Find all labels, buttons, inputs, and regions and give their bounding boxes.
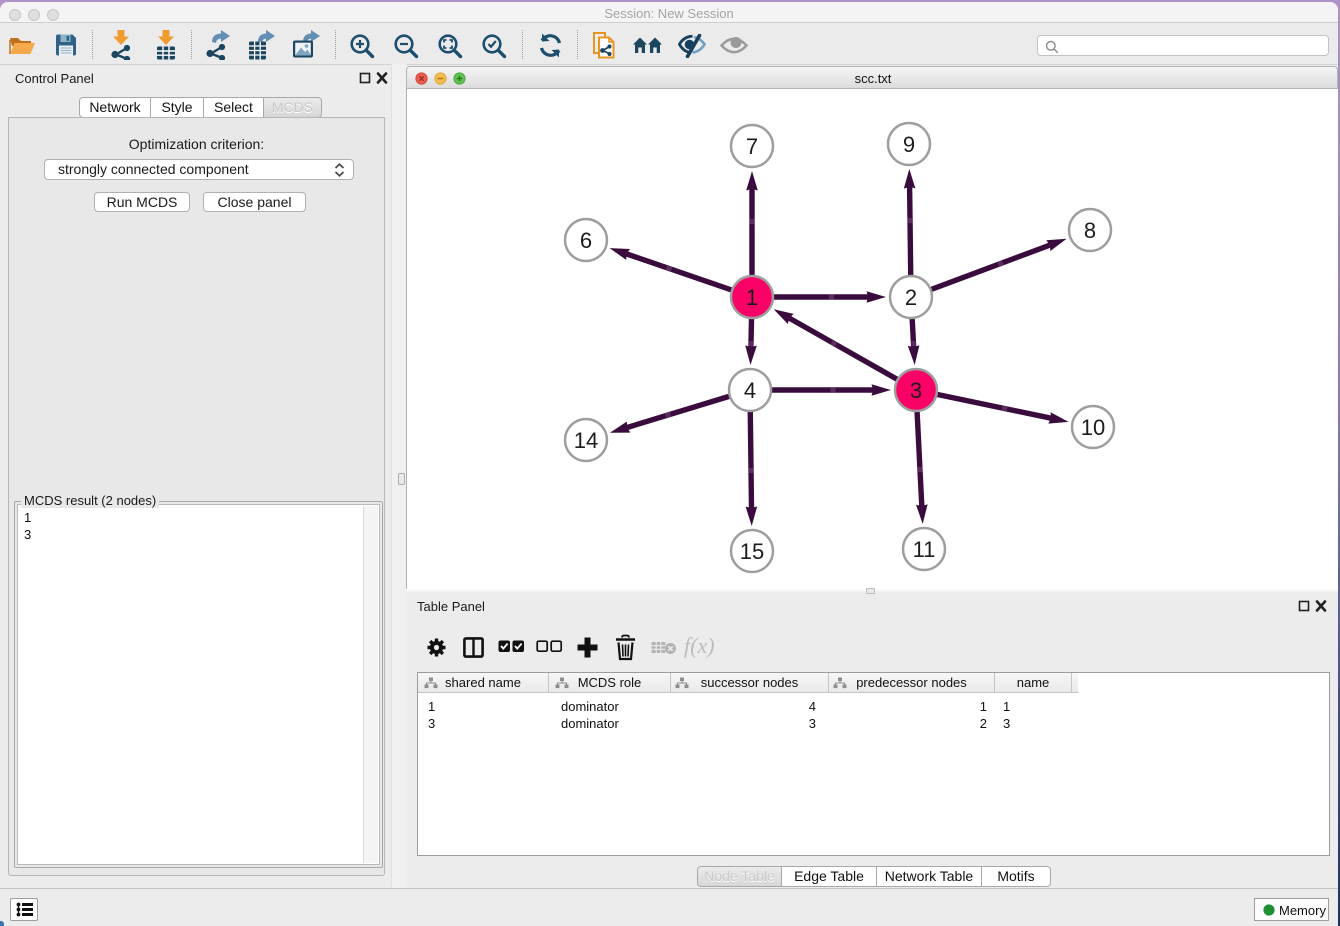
svg-text:1: 1 — [746, 285, 758, 310]
svg-text:9: 9 — [903, 132, 915, 157]
svg-text:3: 3 — [910, 378, 922, 403]
svg-text:15: 15 — [740, 539, 764, 564]
svg-text:4: 4 — [744, 378, 756, 403]
svg-text:10: 10 — [1081, 415, 1105, 440]
svg-text:2: 2 — [905, 285, 917, 310]
svg-text:8: 8 — [1084, 218, 1096, 243]
svg-text:6: 6 — [580, 228, 592, 253]
svg-text:14: 14 — [574, 428, 598, 453]
svg-text:11: 11 — [913, 537, 936, 562]
svg-text:7: 7 — [746, 134, 758, 159]
